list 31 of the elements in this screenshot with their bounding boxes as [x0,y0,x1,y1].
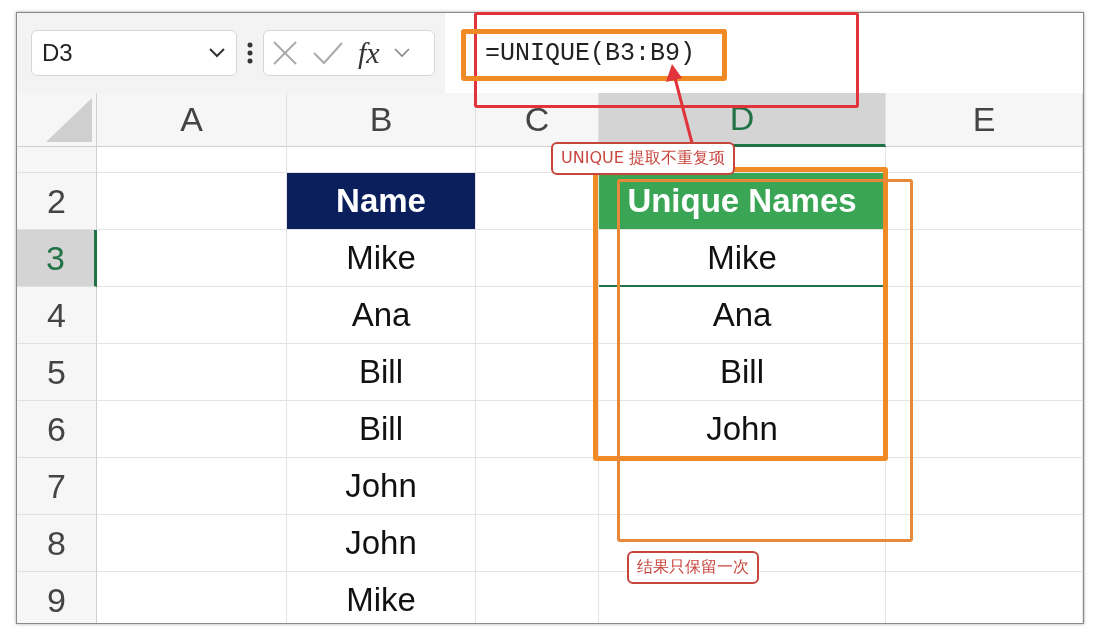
name-box[interactable]: D3 [31,30,237,76]
row-header[interactable]: 7 [17,458,97,515]
formula-input[interactable]: =UNIQUE(B3:B9) [485,38,696,68]
cancel-icon[interactable] [272,40,298,66]
column-header[interactable]: A [97,93,287,147]
row-header[interactable]: 6 [17,401,97,458]
column-header[interactable]: B [287,93,476,147]
table-cell: Ana [287,287,476,344]
row-header[interactable]: 5 [17,344,97,401]
row-header[interactable]: 3 [17,230,97,287]
select-all-icon[interactable] [46,98,92,142]
chevron-down-icon[interactable] [393,48,410,58]
chevron-down-icon [208,47,226,59]
row-header[interactable]: 9 [17,572,97,623]
table-cell: Bill [287,401,476,458]
callout-label: 结果只保留一次 [627,551,759,584]
row-header[interactable] [17,147,97,173]
callout-label: UNIQUE 提取不重复项 [551,142,735,175]
table-cell: Mike [287,572,476,623]
row-header[interactable]: 4 [17,287,97,344]
table-cell: John [287,458,476,515]
header-cell: Name [287,173,476,230]
column-header[interactable]: E [886,93,1083,147]
row-header[interactable]: 8 [17,515,97,572]
check-icon[interactable] [312,41,344,65]
table-cell: Bill [287,344,476,401]
table-cell: John [287,515,476,572]
more-options-icon[interactable] [247,42,253,64]
insert-function-button[interactable]: fx [358,36,380,70]
row-header[interactable]: 2 [17,173,97,230]
table-cell: Mike [287,230,476,287]
